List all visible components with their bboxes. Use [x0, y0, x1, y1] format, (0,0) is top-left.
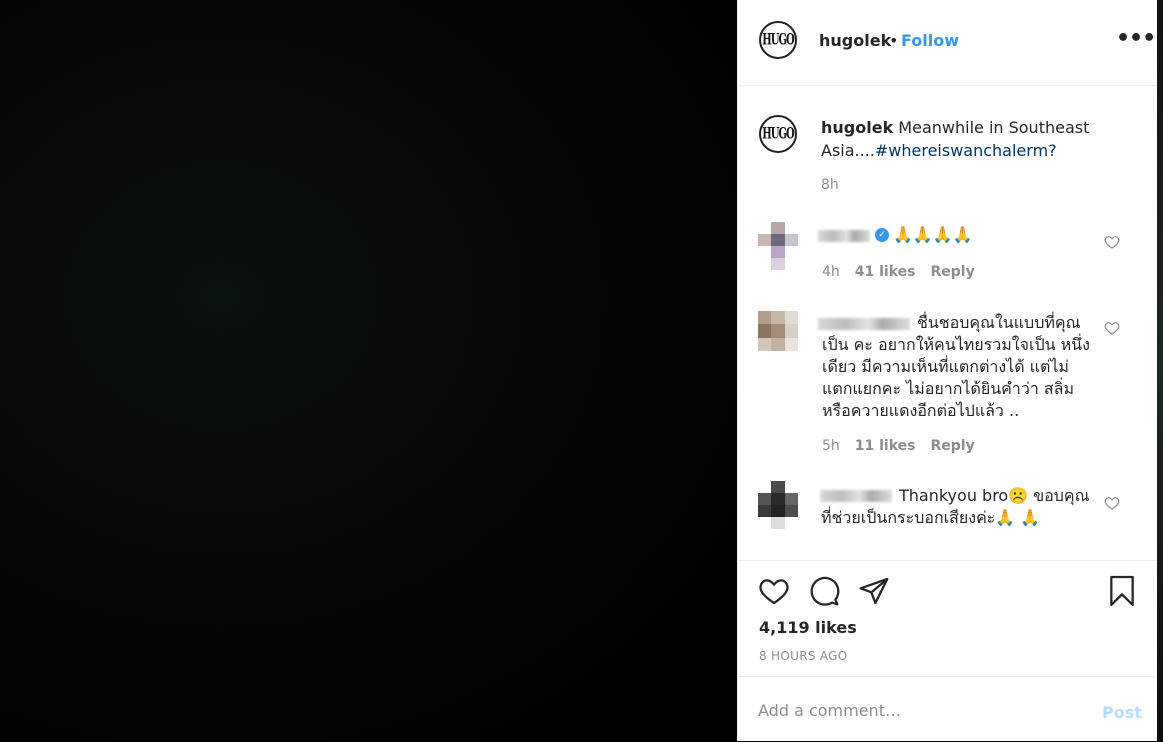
- comment-like-heart-icon[interactable]: [1104, 320, 1120, 336]
- post-header: HUGO hugolek • Follow •••: [738, 0, 1157, 86]
- post-side-panel: HUGO hugolek • Follow ••• HUGO hugolek M…: [737, 0, 1157, 741]
- add-comment-bar: Post: [738, 676, 1157, 742]
- more-options-icon[interactable]: •••: [1116, 26, 1156, 51]
- comment-like-heart-icon[interactable]: [1104, 495, 1120, 511]
- caption-hashtag[interactable]: #whereiswanchalerm?: [875, 141, 1057, 160]
- caption: hugolek Meanwhile in Southeast Asia....#…: [821, 116, 1121, 162]
- comment-text: Thankyou bro☹️ ขอบคุณที่ช่วยเป็นกระบอกเส…: [821, 486, 1090, 527]
- post-timestamp[interactable]: 8 HOURS AGO: [759, 649, 848, 663]
- comment-likes[interactable]: 41 likes: [855, 264, 916, 280]
- caption-time[interactable]: 8h: [821, 177, 839, 193]
- comment-avatar[interactable]: [758, 311, 798, 351]
- caption-username[interactable]: hugolek: [821, 118, 893, 137]
- comment-meta: 4h 41 likes Reply: [822, 264, 975, 280]
- comment-likes[interactable]: 11 likes: [855, 438, 916, 454]
- caption-avatar[interactable]: HUGO: [759, 115, 797, 153]
- comment-username-blurred[interactable]: [818, 230, 870, 242]
- post-actions: 4,119 likes 8 HOURS AGO: [738, 560, 1157, 677]
- profile-logo-text: HUGO: [762, 31, 794, 49]
- like-heart-icon[interactable]: [758, 575, 790, 607]
- comment-text: 🙏🙏🙏🙏: [893, 225, 973, 244]
- comment-meta: 5h 11 likes Reply: [822, 438, 975, 454]
- share-paper-plane-icon[interactable]: [858, 575, 890, 607]
- profile-avatar[interactable]: HUGO: [759, 21, 797, 59]
- reply-button[interactable]: Reply: [931, 438, 975, 454]
- post-media[interactable]: [0, 0, 737, 741]
- add-comment-input[interactable]: [758, 697, 1078, 723]
- save-bookmark-icon[interactable]: [1106, 575, 1138, 607]
- follow-button[interactable]: Follow: [901, 31, 959, 50]
- reply-button[interactable]: Reply: [931, 264, 975, 280]
- comment-avatar[interactable]: [758, 481, 798, 529]
- comment-time[interactable]: 5h: [822, 438, 840, 454]
- likes-count[interactable]: 4,119 likes: [759, 618, 857, 637]
- caption-logo-text: HUGO: [762, 125, 794, 143]
- comment-time[interactable]: 4h: [822, 264, 840, 280]
- comment-bubble-icon[interactable]: [808, 575, 840, 607]
- comment-like-heart-icon[interactable]: [1104, 234, 1120, 250]
- post-username[interactable]: hugolek: [819, 31, 891, 50]
- verified-badge-icon: ✓: [875, 228, 889, 242]
- background-edge: [1156, 0, 1163, 741]
- comment-avatar[interactable]: [758, 222, 798, 270]
- comment-text: ชื่นชอบคุณในแบบที่คุณ เป็น คะ อยากให้คนไ…: [822, 313, 1090, 420]
- post-comment-button[interactable]: Post: [1102, 703, 1142, 722]
- separator-dot: •: [889, 31, 899, 50]
